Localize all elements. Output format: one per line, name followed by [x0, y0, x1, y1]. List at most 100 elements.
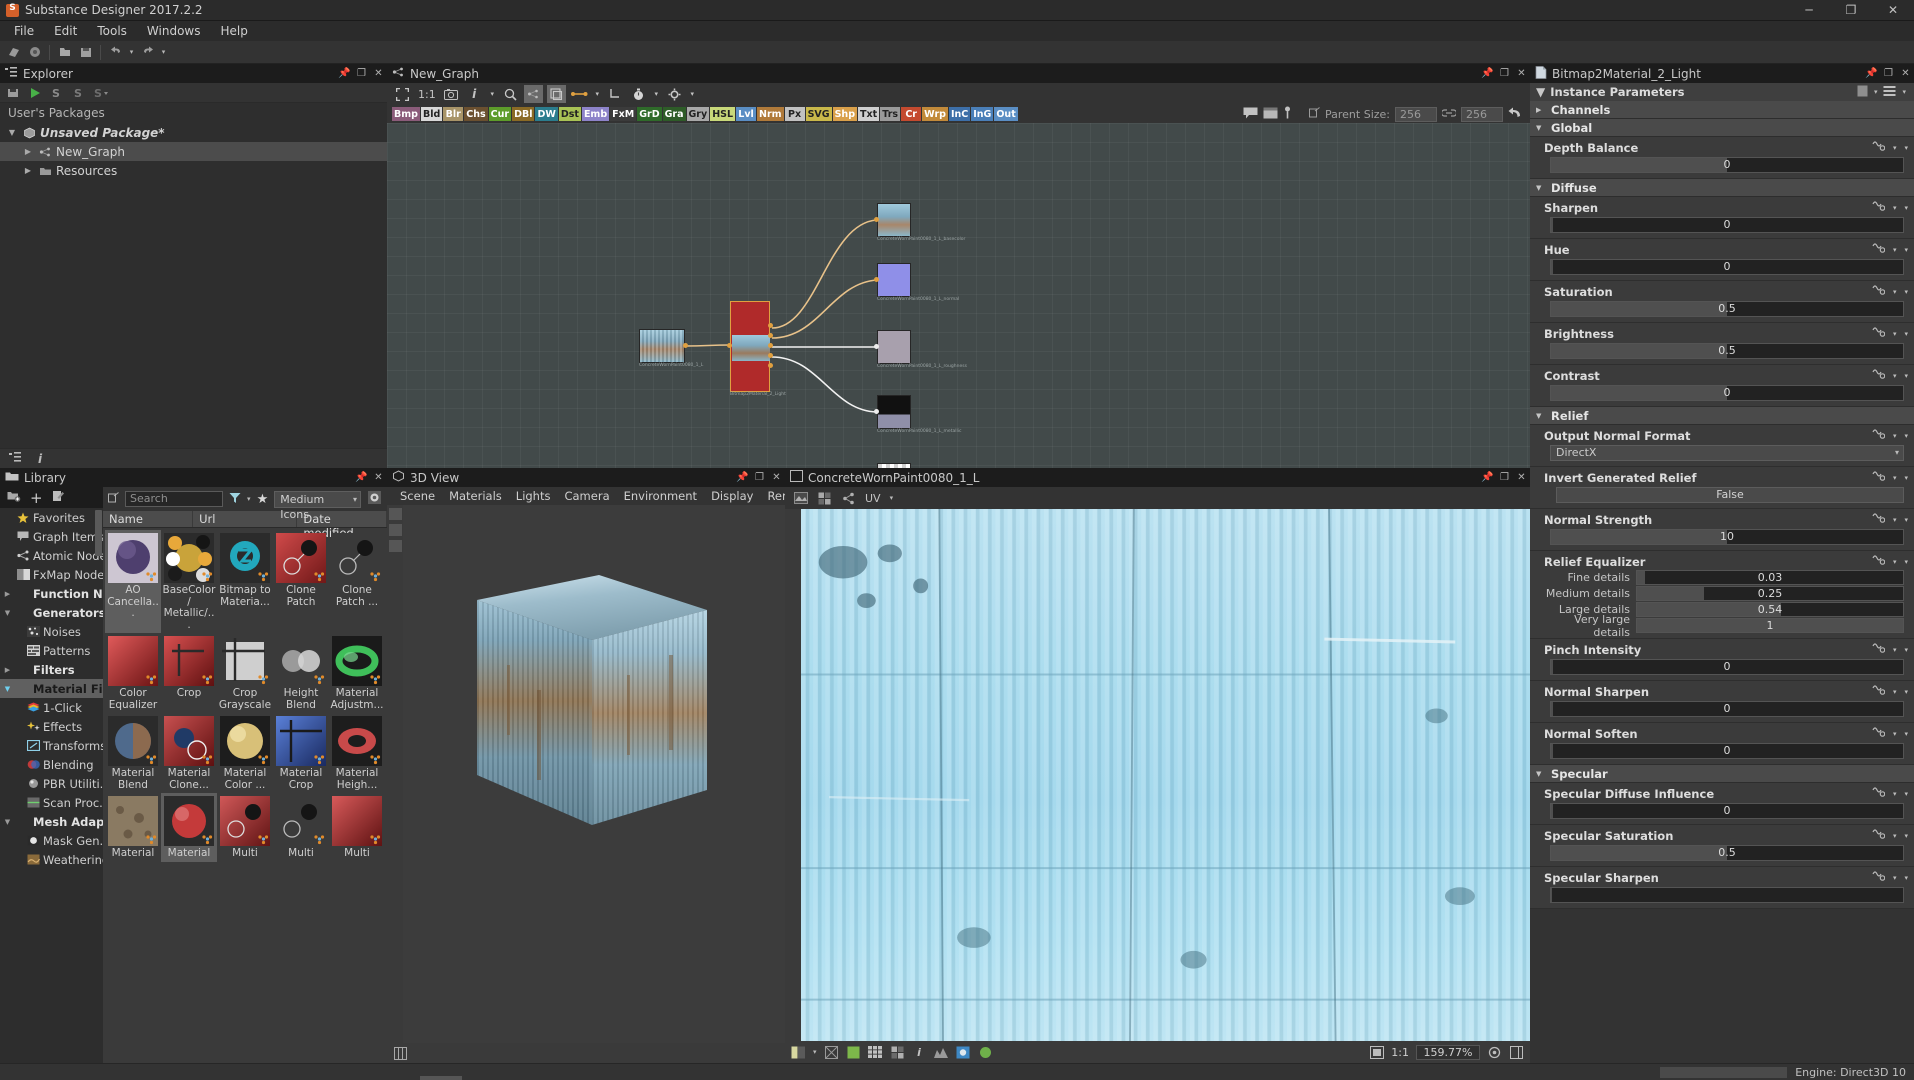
filter-dropdown-icon[interactable]: ▾ [247, 495, 251, 503]
gear-dropdown-icon[interactable]: ▾ [688, 85, 697, 103]
close-button[interactable]: ✕ [1872, 0, 1914, 21]
parent-size-height-field[interactable]: 256 [1461, 107, 1503, 122]
param-menu-icon[interactable]: ▾ [1893, 288, 1897, 296]
function-graph-icon[interactable] [1872, 871, 1885, 885]
slider-pinch-intensity[interactable]: 0 [1550, 659, 1904, 675]
node-chip-shp[interactable]: Shp [833, 107, 857, 121]
connection-dropdown-icon[interactable]: ▾ [593, 85, 602, 103]
tile-repeat-icon[interactable] [890, 1045, 905, 1060]
function-graph-icon[interactable] [1872, 243, 1885, 257]
param-group-channels[interactable]: ▶Channels [1530, 101, 1914, 119]
slider-medium-details[interactable]: 0.25 [1636, 586, 1904, 601]
param-menu-icon[interactable]: ▾ [1893, 432, 1897, 440]
slider-very-large-details[interactable]: 1 [1636, 618, 1904, 633]
view3d-menu-scene[interactable]: Scene [393, 489, 442, 503]
node-chip-fxm[interactable]: FxM [610, 107, 636, 121]
library-close-icon[interactable]: ✕ [370, 468, 387, 487]
slider-normal-strength[interactable]: 10 [1550, 529, 1904, 545]
graph-float-icon[interactable]: ❐ [1496, 64, 1513, 83]
column-url[interactable]: Url [193, 511, 297, 527]
library-item[interactable]: Crop [161, 633, 217, 713]
graph-canvas[interactable]: ConcreteWornPaint0080_1_L Bitmap2Materia… [387, 123, 1530, 468]
graph-info-icon[interactable]: i [465, 85, 484, 103]
library-item[interactable]: AO Cancella... [105, 530, 161, 633]
library-category-patterns[interactable]: Patterns [0, 641, 103, 660]
library-category-weathering[interactable]: Weathering [0, 850, 103, 869]
open-package-icon[interactable] [25, 43, 44, 62]
node-chip-nrm[interactable]: Nrm [757, 107, 784, 121]
graph-info-dropdown-icon[interactable]: ▾ [488, 85, 497, 103]
frame-node-icon[interactable] [1263, 107, 1278, 122]
group-triangle-icon[interactable]: ▶ [1536, 106, 1545, 114]
node-chip-bld[interactable]: Bld [421, 107, 442, 121]
bottom-tab-handle[interactable] [420, 1076, 462, 1080]
view3d-viewport[interactable] [387, 505, 785, 1043]
timer-icon[interactable] [629, 85, 648, 103]
param-expand-icon[interactable]: ▾ [1904, 646, 1908, 654]
param-menu-icon[interactable]: ▾ [1893, 874, 1897, 882]
menu-windows[interactable]: Windows [137, 22, 211, 40]
library-category-effects[interactable]: Effects [0, 717, 103, 736]
node-input-port-normal[interactable] [874, 277, 879, 282]
tree-item-unsaved-package[interactable]: ▼ Unsaved Package* [0, 123, 387, 142]
library-item[interactable]: Material Heigh... [329, 713, 385, 793]
node-output-roughness[interactable]: ConcreteWornPaint0080_1_L_roughness [877, 330, 911, 364]
function-graph-icon[interactable] [1872, 471, 1885, 485]
library-item[interactable]: Multi [273, 793, 329, 862]
param-expand-icon[interactable]: ▾ [1904, 204, 1908, 212]
group-triangle-icon[interactable]: ▼ [1536, 124, 1545, 132]
param-menu-icon[interactable]: ▾ [1893, 790, 1897, 798]
node-chip-emb[interactable]: Emb [582, 107, 609, 121]
expand-triangle-icon[interactable]: ▼ [6, 128, 18, 137]
function-graph-icon[interactable] [1872, 727, 1885, 741]
library-item[interactable]: Material Color ... [217, 713, 273, 793]
function-graph-icon[interactable] [1872, 643, 1885, 657]
param-expand-icon[interactable]: ▾ [1904, 730, 1908, 738]
param-menu-icon[interactable]: ▾ [1893, 246, 1897, 254]
function-graph-icon[interactable] [1872, 141, 1885, 155]
explorer-view-icon[interactable] [9, 452, 22, 466]
slider-brightness[interactable]: 0.5 [1550, 343, 1904, 359]
menu-help[interactable]: Help [210, 22, 257, 40]
node-input-port-metallic[interactable] [874, 409, 879, 414]
library-item[interactable]: Material [105, 793, 161, 862]
parent-size-width-field[interactable]: 256 [1395, 107, 1437, 122]
param-menu-icon[interactable]: ▾ [1893, 730, 1897, 738]
screenshot-icon[interactable] [442, 85, 461, 103]
comment-node-icon[interactable] [1243, 107, 1258, 122]
slider-normal-sharpen[interactable]: 0 [1550, 701, 1904, 717]
list-dropdown-icon[interactable]: ▾ [1902, 88, 1906, 96]
library-category-blending[interactable]: Blending [0, 755, 103, 774]
library-category-filters[interactable]: ▶Filters [0, 660, 103, 679]
library-item[interactable]: Material Crop [273, 713, 329, 793]
library-category-noises[interactable]: Noises [0, 622, 103, 641]
slider-sharpen[interactable]: 0 [1550, 217, 1904, 233]
node-input-port[interactable] [727, 343, 732, 348]
dropdown-output-normal-format[interactable]: DirectX [1550, 445, 1904, 461]
view2d-pin-icon[interactable]: 📌 [1479, 468, 1496, 487]
param-menu-icon[interactable]: ▾ [1893, 558, 1897, 566]
node-output-port-2[interactable] [768, 333, 773, 338]
node-chip-dw[interactable]: DW [535, 107, 557, 121]
node-bitmap-source[interactable]: ConcreteWornPaint0080_1_L [639, 329, 685, 363]
explorer-save-icon[interactable] [5, 85, 20, 100]
node-chip-out[interactable]: Out [994, 107, 1017, 121]
param-expand-icon[interactable]: ▾ [1904, 474, 1908, 482]
node-output-basecolor[interactable]: ConcreteWornPaint0080_1_L_basecolor [877, 203, 911, 237]
slider-saturation[interactable]: 0.5 [1550, 301, 1904, 317]
library-category-scan-proc[interactable]: Scan Proc... [0, 793, 103, 812]
node-chip-inc[interactable]: InC [949, 107, 970, 121]
function-graph-icon[interactable] [1872, 285, 1885, 299]
expand-triangle-icon[interactable]: ▼ [2, 685, 13, 693]
list-icon[interactable] [1883, 85, 1896, 100]
view2d-info-icon[interactable]: i [912, 1045, 927, 1060]
expand-triangle-icon[interactable]: ▼ [2, 818, 13, 826]
view3d-menu-environment[interactable]: Environment [617, 489, 704, 503]
library-item[interactable]: Material Adjustm... [329, 633, 385, 713]
view3d-menu-camera[interactable]: Camera [557, 489, 616, 503]
node-chip-cr[interactable]: Cr [901, 107, 921, 121]
library-options-icon[interactable] [367, 490, 382, 508]
zoom-ratio-label[interactable]: 1:1 [416, 85, 438, 103]
explorer-info-icon[interactable]: i [38, 452, 42, 466]
library-edit-icon[interactable] [52, 490, 65, 505]
